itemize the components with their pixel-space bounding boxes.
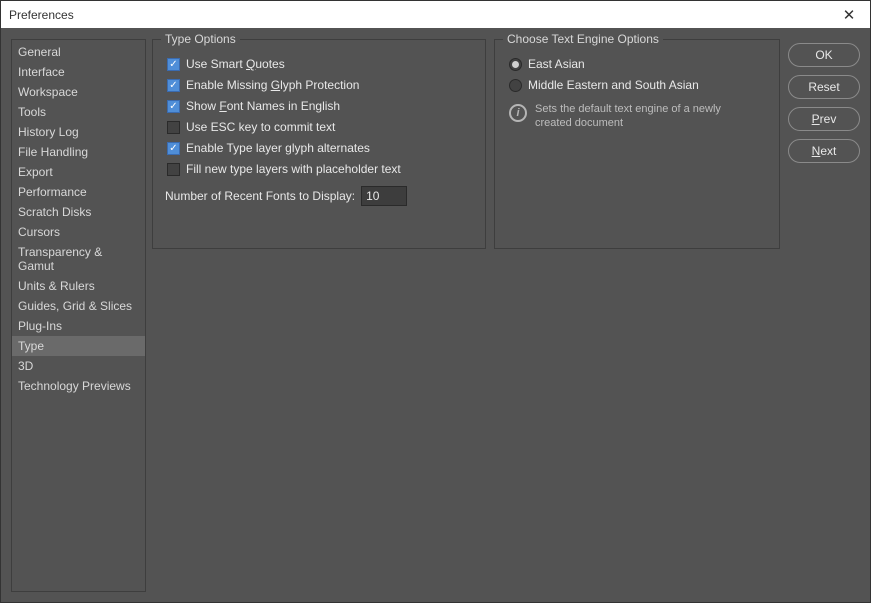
text-engine-title: Choose Text Engine Options <box>503 32 663 46</box>
check-icon <box>167 163 180 176</box>
glyph-alternates-checkbox-row[interactable]: ✓ Enable Type layer glyph alternates <box>165 138 473 159</box>
sidebar-item-history-log[interactable]: History Log <box>12 122 145 142</box>
esc-commit-checkbox-row[interactable]: Use ESC key to commit text <box>165 117 473 138</box>
sidebar-item-export[interactable]: Export <box>12 162 145 182</box>
sidebar-item-scratch-disks[interactable]: Scratch Disks <box>12 202 145 222</box>
east-asian-label: East Asian <box>528 57 585 71</box>
font-names-english-label: Show Font Names in English <box>186 99 340 113</box>
sidebar-item-technology-previews[interactable]: Technology Previews <box>12 376 145 396</box>
close-icon[interactable]: ✕ <box>836 5 862 25</box>
check-icon: ✓ <box>167 100 180 113</box>
sidebar-item-type[interactable]: Type <box>12 336 145 356</box>
me-sa-label: Middle Eastern and South Asian <box>528 78 699 92</box>
placeholder-fill-checkbox-row[interactable]: Fill new type layers with placeholder te… <box>165 159 473 180</box>
smart-quotes-label: Use Smart Quotes <box>186 57 285 71</box>
prev-button[interactable]: Prev <box>788 107 860 131</box>
sidebar-item-file-handling[interactable]: File Handling <box>12 142 145 162</box>
sidebar-item-general[interactable]: General <box>12 42 145 62</box>
sidebar-item-3d[interactable]: 3D <box>12 356 145 376</box>
reset-button[interactable]: Reset <box>788 75 860 99</box>
type-options-group: Type Options ✓ Use Smart Quotes ✓ Enable… <box>152 39 486 249</box>
main-panel: Type Options ✓ Use Smart Quotes ✓ Enable… <box>152 39 860 592</box>
east-asian-radio-row[interactable]: East Asian <box>507 54 767 75</box>
recent-fonts-input[interactable] <box>361 186 407 206</box>
sidebar-item-performance[interactable]: Performance <box>12 182 145 202</box>
next-button[interactable]: Next <box>788 139 860 163</box>
dialog-buttons: OK Reset Prev Next <box>788 39 860 163</box>
sidebar: General Interface Workspace Tools Histor… <box>11 39 146 592</box>
check-icon <box>167 121 180 134</box>
sidebar-item-tools[interactable]: Tools <box>12 102 145 122</box>
sidebar-item-workspace[interactable]: Workspace <box>12 82 145 102</box>
sidebar-item-plug-ins[interactable]: Plug-Ins <box>12 316 145 336</box>
ok-button[interactable]: OK <box>788 43 860 67</box>
type-options-title: Type Options <box>161 32 240 46</box>
window-title: Preferences <box>9 8 74 22</box>
sidebar-item-cursors[interactable]: Cursors <box>12 222 145 242</box>
radio-icon <box>509 58 522 71</box>
font-names-english-checkbox-row[interactable]: ✓ Show Font Names in English <box>165 96 473 117</box>
placeholder-fill-label: Fill new type layers with placeholder te… <box>186 162 401 176</box>
engine-info: i Sets the default text engine of a newl… <box>507 96 767 136</box>
check-icon: ✓ <box>167 142 180 155</box>
text-engine-group: Choose Text Engine Options East Asian Mi… <box>494 39 780 249</box>
smart-quotes-checkbox-row[interactable]: ✓ Use Smart Quotes <box>165 54 473 75</box>
recent-fonts-row: Number of Recent Fonts to Display: <box>165 180 473 206</box>
check-icon: ✓ <box>167 79 180 92</box>
preferences-dialog: Preferences ✕ General Interface Workspac… <box>0 0 871 603</box>
titlebar: Preferences ✕ <box>1 1 870 29</box>
check-icon: ✓ <box>167 58 180 71</box>
glyph-alternates-label: Enable Type layer glyph alternates <box>186 141 370 155</box>
radio-icon <box>509 79 522 92</box>
sidebar-item-units-rulers[interactable]: Units & Rulers <box>12 276 145 296</box>
sidebar-item-transparency-gamut[interactable]: Transparency & Gamut <box>12 242 145 276</box>
engine-info-text: Sets the default text engine of a newly … <box>535 102 755 130</box>
sidebar-item-interface[interactable]: Interface <box>12 62 145 82</box>
esc-commit-label: Use ESC key to commit text <box>186 120 335 134</box>
glyph-protection-checkbox-row[interactable]: ✓ Enable Missing Glyph Protection <box>165 75 473 96</box>
info-icon: i <box>509 104 527 122</box>
sidebar-item-guides-grid-slices[interactable]: Guides, Grid & Slices <box>12 296 145 316</box>
glyph-protection-label: Enable Missing Glyph Protection <box>186 78 359 92</box>
recent-fonts-label: Number of Recent Fonts to Display: <box>165 189 355 203</box>
me-sa-radio-row[interactable]: Middle Eastern and South Asian <box>507 75 767 96</box>
dialog-body: General Interface Workspace Tools Histor… <box>1 29 870 602</box>
